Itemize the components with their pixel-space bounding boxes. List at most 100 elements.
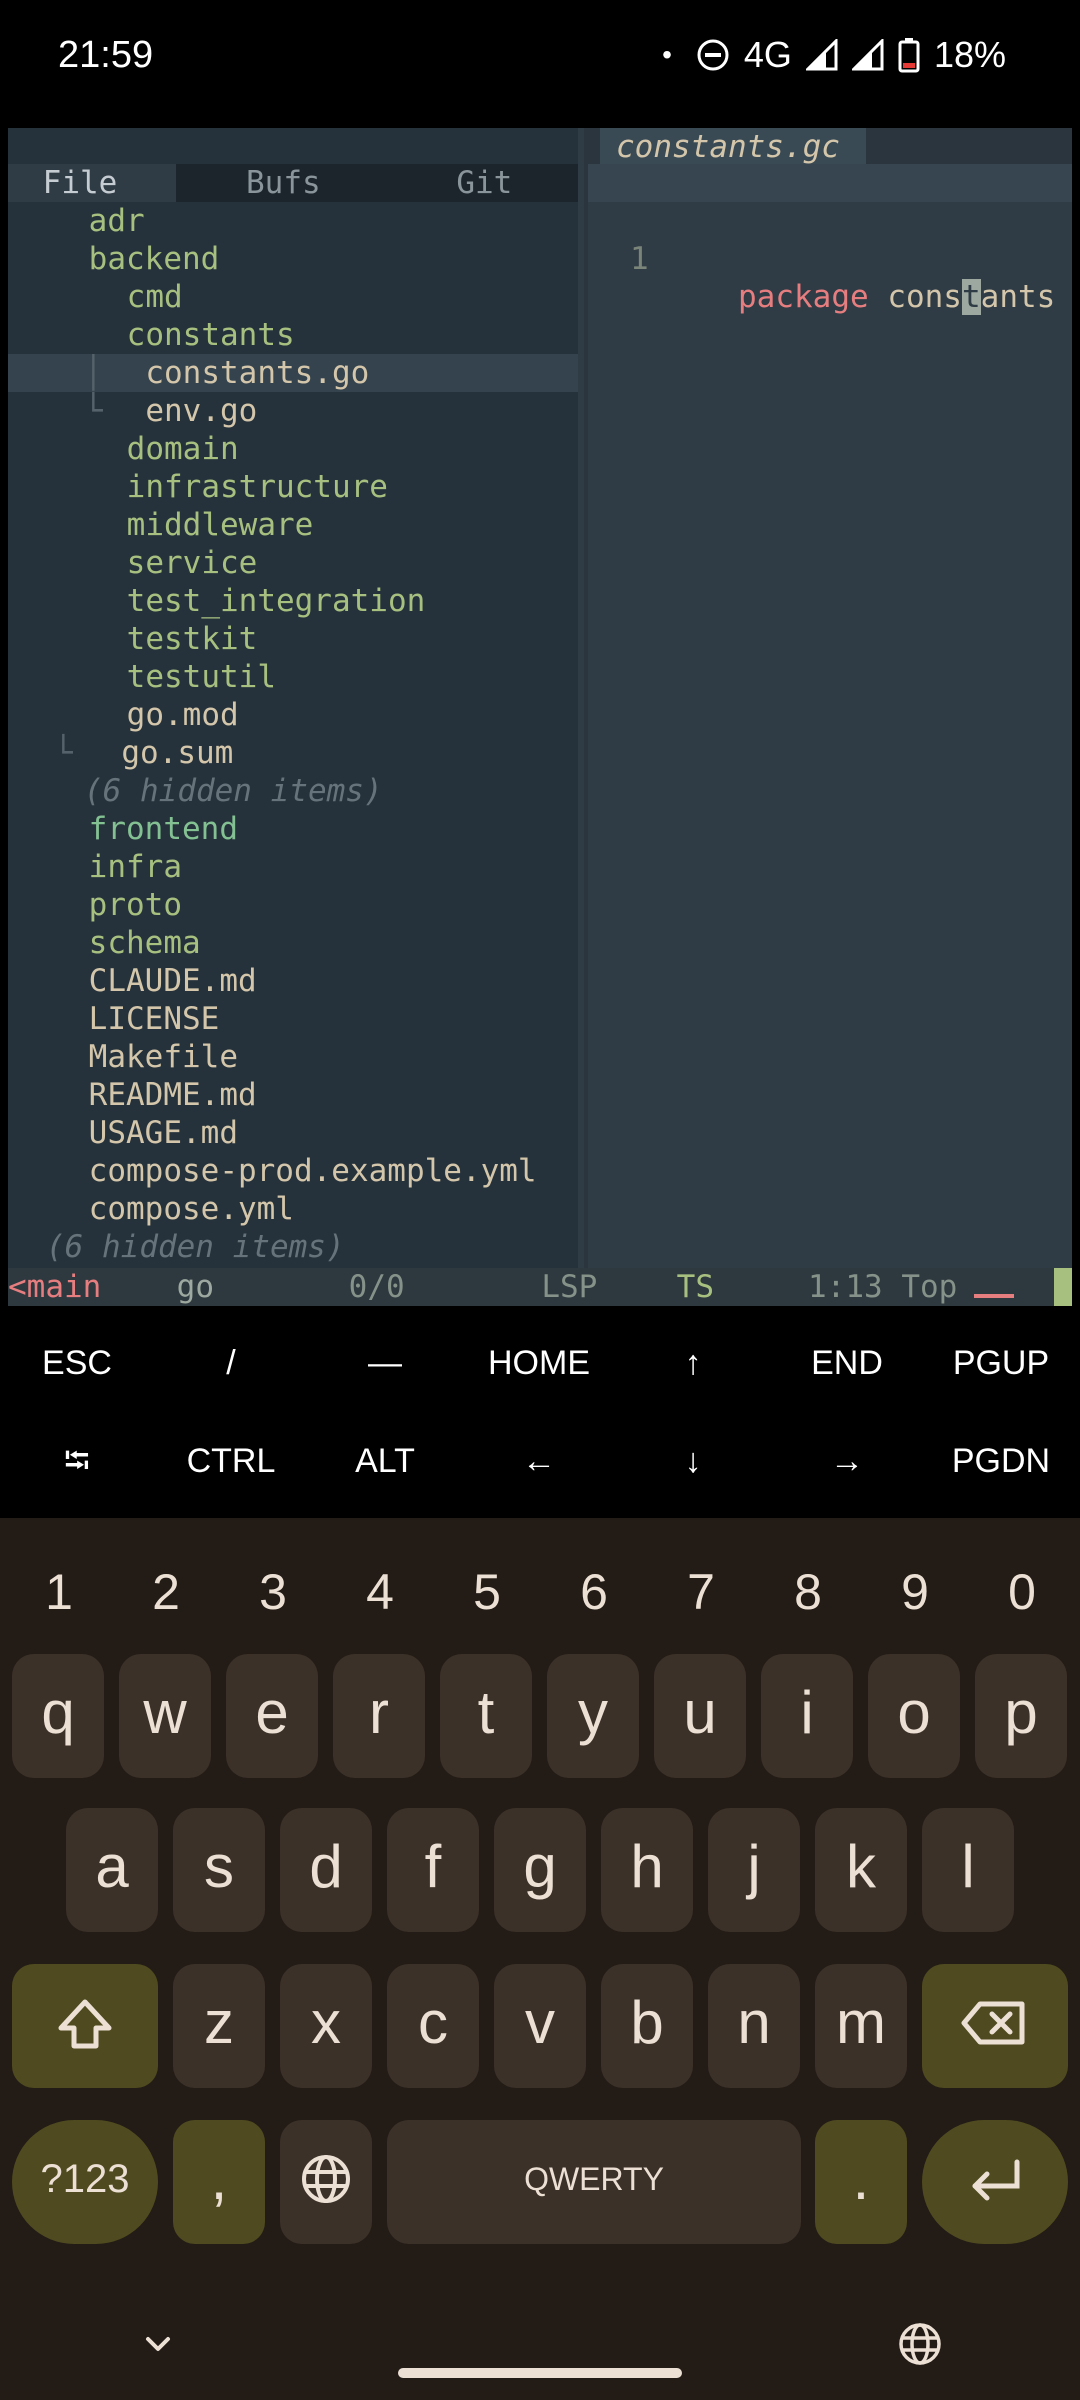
key-8[interactable]: 8 [755,1542,861,1642]
tree-item-compose-yml[interactable]: compose.yml [8,1190,578,1228]
buffer-tab-constants-go[interactable]: constants.gc [600,128,866,166]
tab-bufs[interactable]: Bufs [176,164,372,202]
tree-item-label: LICENSE [88,1001,220,1037]
tree-item-constants-go[interactable]: │ constants.go [8,354,578,392]
tree-item-infrastructure[interactable]: infrastructure [8,468,578,506]
key-down[interactable]: ↓ [616,1412,770,1510]
tree-item-test-integration[interactable]: test_integration [8,582,578,620]
key-ctrl[interactable]: CTRL [154,1412,308,1510]
key-tab[interactable]: ⭾ [0,1412,154,1510]
tree-item-constants[interactable]: constants [8,316,578,354]
tree-item-service[interactable]: service [8,544,578,582]
key-esc[interactable]: ESC [0,1314,154,1412]
key-q[interactable]: q [12,1654,104,1778]
key-dash[interactable]: — [308,1314,462,1412]
key-u[interactable]: u [654,1654,746,1778]
tree-hidden-items[interactable]: (6 hidden items) [8,772,578,810]
tree-item-cmd[interactable]: cmd [8,278,578,316]
space-key[interactable]: QWERTY [387,2120,801,2244]
key-i[interactable]: i [761,1654,853,1778]
key-o[interactable]: o [868,1654,960,1778]
tree-item-makefile[interactable]: Makefile [8,1038,578,1076]
tree-item-middleware[interactable]: middleware [8,506,578,544]
enter-key[interactable] [922,2120,1068,2244]
key-end[interactable]: END [770,1314,924,1412]
tree-item-frontend[interactable]: frontend [8,810,578,848]
tree-item-label: go.mod [126,697,239,733]
tree-item-backend[interactable]: backend [8,240,578,278]
key-a[interactable]: a [66,1808,158,1932]
tree-item-env-go[interactable]: └ env.go [8,392,578,430]
shift-key[interactable] [12,1964,158,2088]
key-k[interactable]: k [815,1808,907,1932]
key-1[interactable]: 1 [6,1542,112,1642]
key-t[interactable]: t [440,1654,532,1778]
key-m[interactable]: m [815,1964,907,2088]
tree-item-domain[interactable]: domain [8,430,578,468]
home-gesture-handle[interactable] [398,2368,682,2378]
tree-item-testkit[interactable]: testkit [8,620,578,658]
key-slash[interactable]: / [154,1314,308,1412]
hide-keyboard-button[interactable] [138,2324,178,2364]
key-y[interactable]: y [547,1654,639,1778]
tree-item-go-sum[interactable]: └ go.sum [8,734,578,772]
key-pgdn[interactable]: PGDN [924,1412,1078,1510]
tree-item-usage-md[interactable]: USAGE.md [8,1114,578,1152]
key-4[interactable]: 4 [327,1542,433,1642]
tree-item-schema[interactable]: schema [8,924,578,962]
key-s[interactable]: s [173,1808,265,1932]
key-n[interactable]: n [708,1964,800,2088]
key-z[interactable]: z [173,1964,265,2088]
key-2[interactable]: 2 [113,1542,219,1642]
tree-item-go-mod[interactable]: go.mod [8,696,578,734]
key-left[interactable]: ← [462,1412,616,1510]
key-r[interactable]: r [333,1654,425,1778]
key-d[interactable]: d [280,1808,372,1932]
key-b[interactable]: b [601,1964,693,2088]
key-w[interactable]: w [119,1654,211,1778]
key-h[interactable]: h [601,1808,693,1932]
tree-item-claude-md[interactable]: CLAUDE.md [8,962,578,1000]
key-c[interactable]: c [387,1964,479,2088]
key-e[interactable]: e [226,1654,318,1778]
tree-item-proto[interactable]: proto [8,886,578,924]
key-g[interactable]: g [494,1808,586,1932]
key-x[interactable]: x [280,1964,372,2088]
key-7[interactable]: 7 [648,1542,754,1642]
terminal-window[interactable]: File Bufs Git adr backend cmd constants … [8,128,1072,1306]
period-key[interactable]: . [815,2120,907,2244]
key-j[interactable]: j [708,1808,800,1932]
key-home[interactable]: HOME [462,1314,616,1412]
code-text[interactable]: package constants [738,278,1055,316]
editor-pane[interactable]: constants.gc 1 package constants [588,128,1072,1268]
key-p[interactable]: p [975,1654,1067,1778]
key-0[interactable]: 0 [969,1542,1075,1642]
symbols-key[interactable]: ?123 [12,2120,158,2244]
key-3[interactable]: 3 [220,1542,326,1642]
key-pgup[interactable]: PGUP [924,1314,1078,1412]
key-v[interactable]: v [494,1964,586,2088]
tree-item-readme-md[interactable]: README.md [8,1076,578,1114]
tree-item-testutil[interactable]: testutil [8,658,578,696]
key-up[interactable]: ↑ [616,1314,770,1412]
key-5[interactable]: 5 [434,1542,540,1642]
language-key[interactable] [280,2120,372,2244]
code-line[interactable]: 1 package constants [588,202,1072,315]
tree-item-adr[interactable]: adr [8,202,578,240]
tree-item-license[interactable]: LICENSE [8,1000,578,1038]
key-l[interactable]: l [922,1808,1014,1932]
tree-item-infra[interactable]: infra [8,848,578,886]
tab-file[interactable]: File [8,164,176,202]
key-6[interactable]: 6 [541,1542,647,1642]
tab-git[interactable]: Git [372,164,578,202]
key-right[interactable]: → [770,1412,924,1510]
file-tree-pane[interactable]: File Bufs Git adr backend cmd constants … [8,128,578,1268]
tree-hidden-items[interactable]: (6 hidden items) [8,1228,578,1266]
language-switch-button[interactable] [898,2322,942,2366]
key-alt[interactable]: ALT [308,1412,462,1510]
backspace-key[interactable] [922,1964,1068,2088]
comma-key[interactable]: , [173,2120,265,2244]
key-f[interactable]: f [387,1808,479,1932]
tree-item-compose-prod-example[interactable]: compose-prod.example.yml [8,1152,578,1190]
key-9[interactable]: 9 [862,1542,968,1642]
